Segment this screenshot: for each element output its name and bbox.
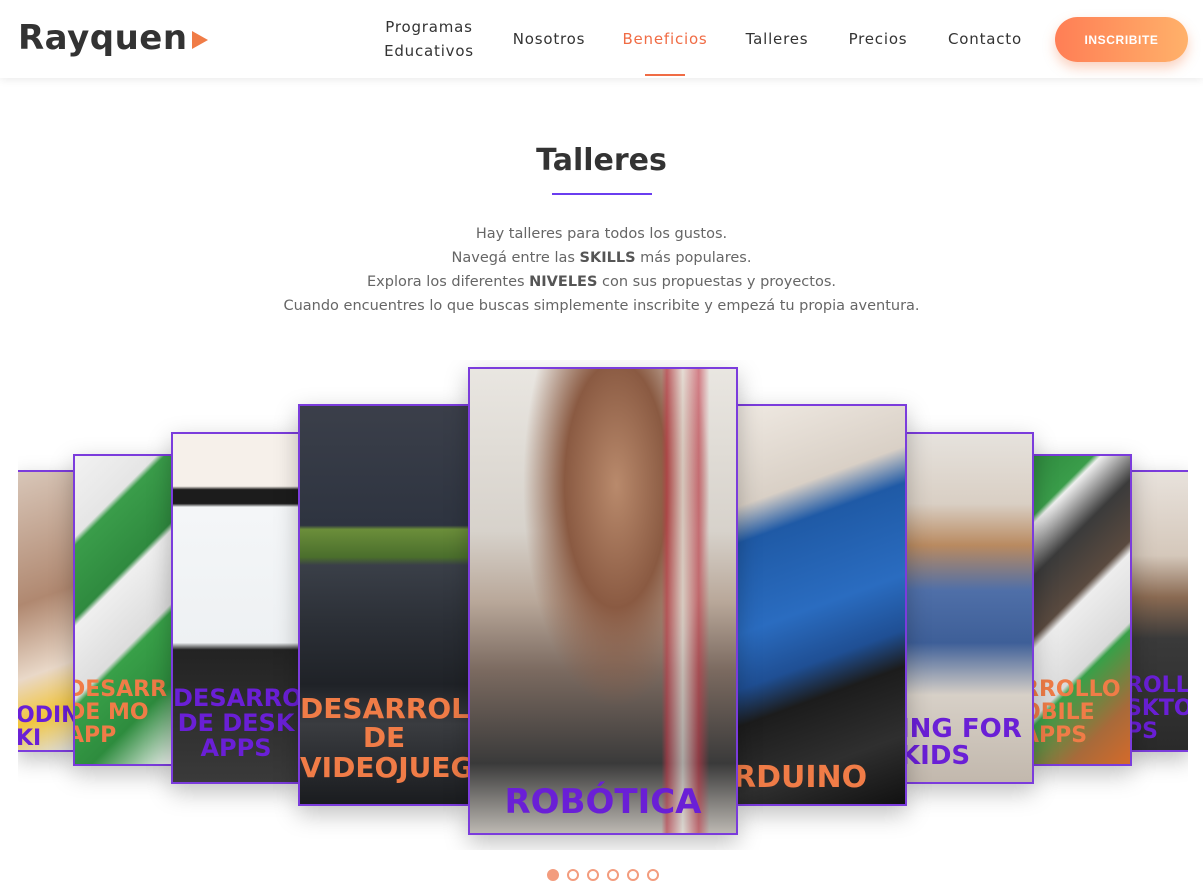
- carousel-pagination: [547, 869, 659, 881]
- logo-text: Rayquen: [18, 18, 188, 58]
- nav-precios[interactable]: Precios: [845, 27, 911, 51]
- card-caption: RROLLO OBILE APPS: [1030, 677, 1121, 749]
- inscribite-button[interactable]: INSCRIBITE: [1055, 17, 1188, 62]
- nav-programas-line2: Educativos: [384, 42, 474, 60]
- card-caption: ROLL SKTO PS: [1128, 673, 1188, 745]
- card-caption: ODIN KI: [18, 703, 76, 752]
- intro-line-4: Cuando encuentres lo que buscas simpleme…: [283, 298, 920, 314]
- carousel-dot-1[interactable]: [547, 869, 559, 881]
- nav-active-underline: [645, 74, 685, 76]
- card-caption: ROBÓTICA: [504, 782, 702, 822]
- carousel-dot-2[interactable]: [567, 869, 579, 881]
- play-triangle-icon: [191, 31, 208, 49]
- carousel-dot-5[interactable]: [627, 869, 639, 881]
- workshops-carousel[interactable]: ODIN KI DESARR DE MO APP DESARRO DE DESK…: [18, 360, 1188, 850]
- section-title: Talleres: [536, 143, 667, 178]
- nav-contacto[interactable]: Contacto: [944, 27, 1026, 51]
- card-caption: RDUINO: [735, 760, 868, 795]
- workshop-card-coding-kids[interactable]: ING FOR KIDS: [904, 432, 1034, 784]
- workshop-card-robotica[interactable]: ROBÓTICA: [468, 367, 738, 835]
- intro-line-3: Explora los diferentes NIVELES con sus p…: [367, 274, 836, 290]
- workshop-card-videojuegos[interactable]: DESARROL DE VIDEOJUEG: [298, 404, 470, 806]
- nav-nosotros[interactable]: Nosotros: [508, 27, 590, 51]
- workshop-card-mobile-apps-right[interactable]: RROLLO OBILE APPS: [1030, 454, 1132, 766]
- nav-programas-educativos[interactable]: Programas Educativos: [380, 15, 478, 63]
- card-caption: ING FOR KIDS: [904, 714, 1022, 772]
- intro-line-1: Hay talleres para todos los gustos.: [475, 226, 728, 242]
- card-caption: DESARROL DE VIDEOJUEG: [300, 692, 470, 784]
- nav-beneficios[interactable]: Beneficios: [620, 27, 710, 51]
- workshop-card-mobile-apps-left[interactable]: DESARR DE MO APP: [73, 454, 175, 766]
- logo[interactable]: Rayquen: [18, 18, 208, 58]
- title-underline: [552, 193, 652, 195]
- workshop-card-desktop-apps-left[interactable]: DESARRO DE DESK APPS: [171, 432, 301, 784]
- workshop-card-desktop-apps-right[interactable]: ROLL SKTO PS: [1128, 470, 1188, 752]
- nav-talleres[interactable]: Talleres: [742, 27, 812, 51]
- workshop-card-arduino[interactable]: RDUINO: [735, 404, 907, 806]
- card-caption: DESARR DE MO APP: [73, 677, 168, 749]
- workshop-card-coding-kids-left[interactable]: ODIN KI: [18, 470, 76, 752]
- section-intro: Hay talleres para todos los gustos. Nave…: [0, 222, 1203, 318]
- site-header: Rayquen Programas Educativos Nosotros Be…: [0, 0, 1203, 78]
- card-caption: DESARRO DE DESK APPS: [173, 684, 301, 763]
- intro-line-2: Navegá entre las SKILLS más populares.: [451, 250, 752, 266]
- carousel-dot-3[interactable]: [587, 869, 599, 881]
- nav-programas-line1: Programas: [385, 18, 473, 36]
- carousel-dot-6[interactable]: [647, 869, 659, 881]
- carousel-dot-4[interactable]: [607, 869, 619, 881]
